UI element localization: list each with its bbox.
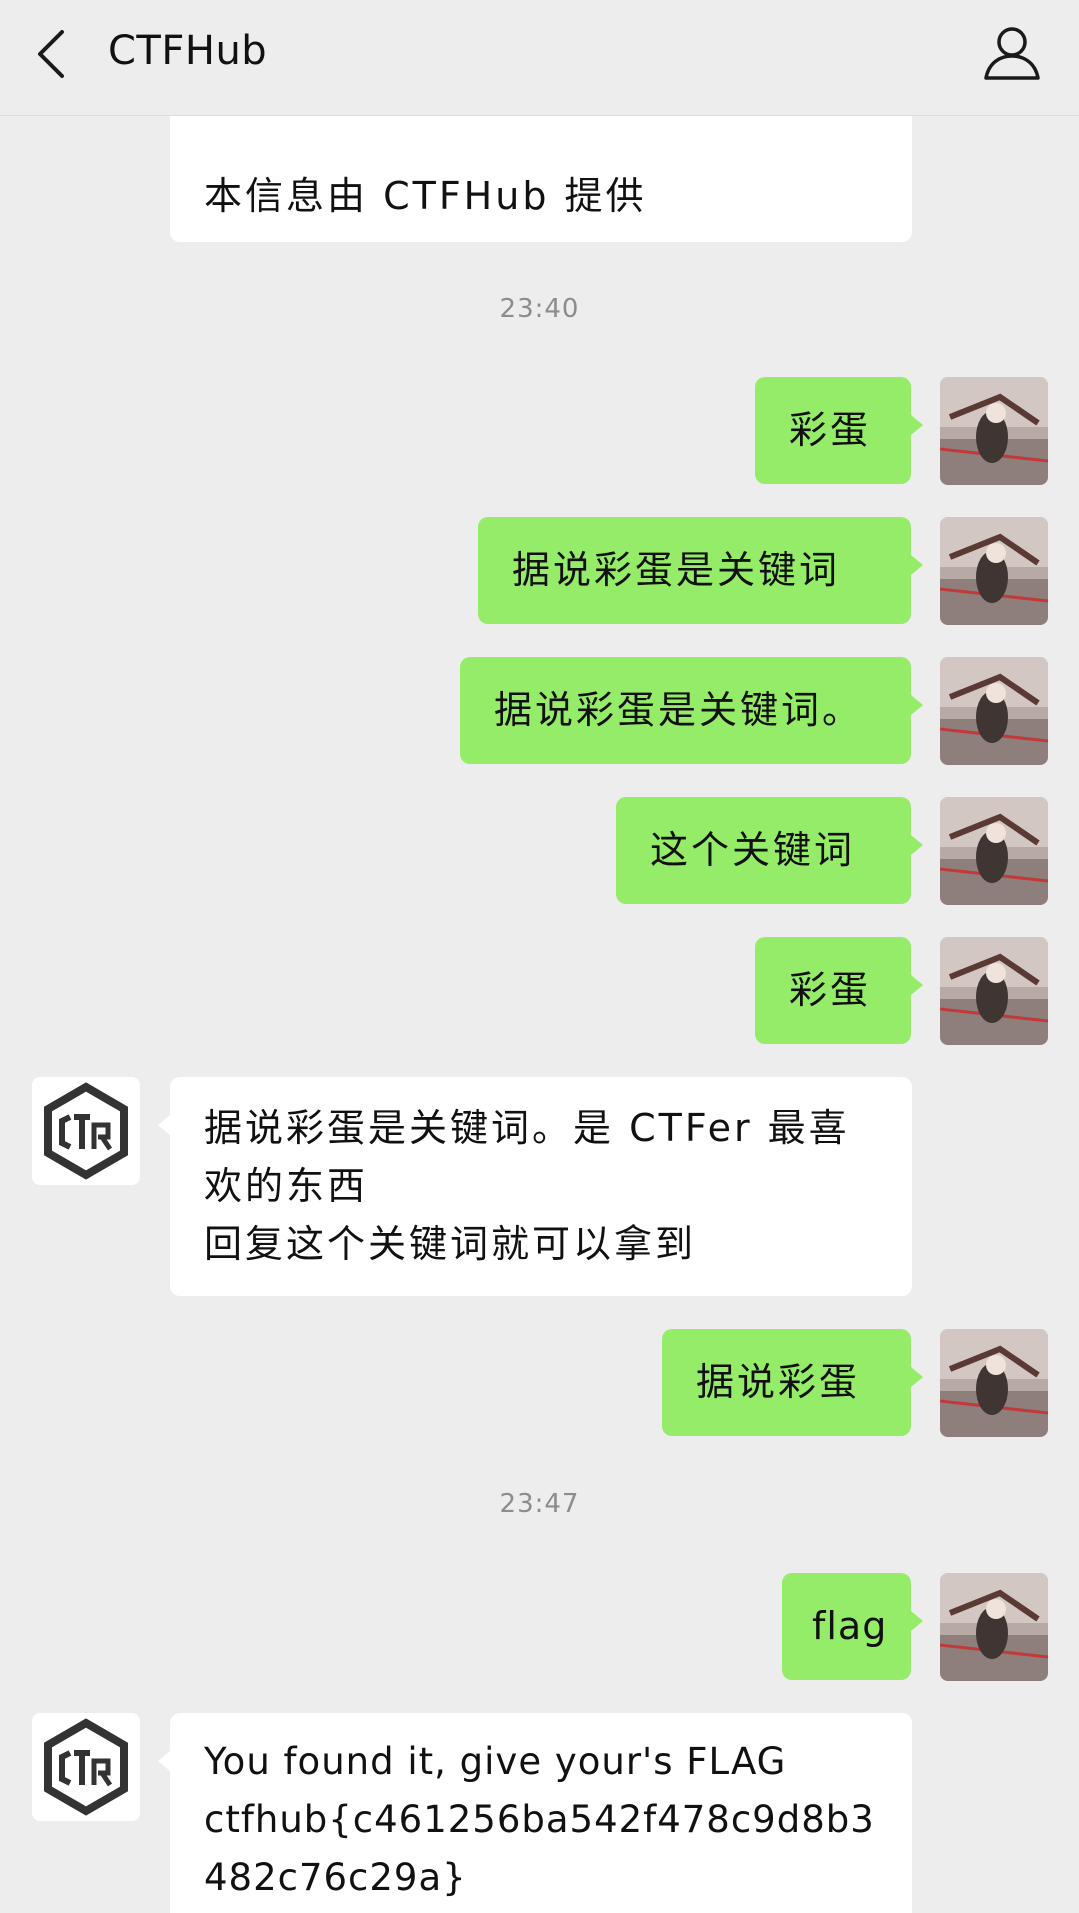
outgoing-message[interactable]: 彩蛋 — [755, 377, 923, 484]
outgoing-message[interactable]: 据说彩蛋 — [662, 1329, 923, 1436]
outgoing-message[interactable]: 这个关键词 — [616, 797, 923, 904]
chat-header: CTFHub — [0, 0, 1079, 116]
outgoing-message[interactable]: 据说彩蛋是关键词。 — [460, 657, 923, 764]
timestamp: 23:40 — [499, 294, 580, 324]
incoming-message[interactable]: 据说彩蛋是关键词。是 CTFer 最喜欢的东西 回复这个关键词就可以拿到 — [158, 1077, 912, 1296]
chevron-left-icon — [38, 30, 64, 78]
profile-button[interactable] — [981, 22, 1043, 84]
user-avatar[interactable] — [940, 1329, 1048, 1437]
anime-girl-avatar-icon — [940, 657, 1048, 765]
outgoing-message[interactable]: flag — [782, 1573, 923, 1680]
ctfhub-avatar[interactable] — [32, 1713, 140, 1821]
anime-girl-avatar-icon — [940, 797, 1048, 905]
outgoing-message[interactable]: 彩蛋 — [755, 937, 923, 1044]
outgoing-message[interactable]: 据说彩蛋是关键词 — [478, 517, 923, 624]
user-avatar[interactable] — [940, 797, 1048, 905]
user-avatar[interactable] — [940, 1573, 1048, 1681]
incoming-message[interactable]: You found it, give your's FLAG ctfhub{c4… — [158, 1713, 912, 1913]
user-avatar[interactable] — [940, 657, 1048, 765]
ctfhub-avatar[interactable] — [32, 1077, 140, 1185]
anime-girl-avatar-icon — [940, 1573, 1048, 1681]
person-icon — [984, 27, 1040, 80]
anime-girl-avatar-icon — [940, 517, 1048, 625]
user-avatar[interactable] — [940, 937, 1048, 1045]
anime-girl-avatar-icon — [940, 377, 1048, 485]
ctfhub-logo-icon — [44, 1718, 128, 1816]
user-avatar[interactable] — [940, 517, 1048, 625]
incoming-message[interactable]: 本信息由 CTFHub 提供 — [170, 116, 912, 242]
timestamp: 23:47 — [499, 1489, 580, 1519]
user-avatar[interactable] — [940, 377, 1048, 485]
ctfhub-logo-icon — [44, 1082, 128, 1180]
back-button[interactable] — [30, 24, 80, 84]
anime-girl-avatar-icon — [940, 937, 1048, 1045]
chat-title: CTFHub — [108, 28, 268, 74]
anime-girl-avatar-icon — [940, 1329, 1048, 1437]
